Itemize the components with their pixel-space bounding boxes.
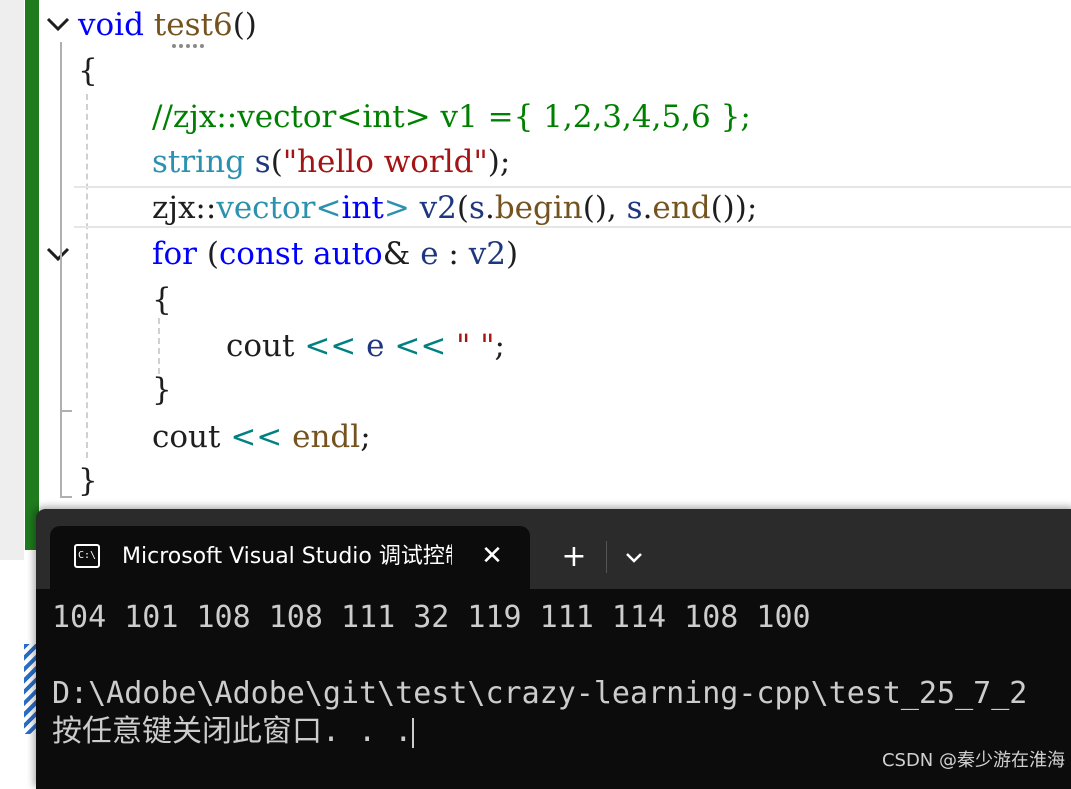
punctuation: ()); — [710, 190, 758, 226]
code-editor[interactable]: void test6() { //zjx::vector<int> v1 ={ … — [0, 0, 1071, 560]
variable: s — [254, 144, 271, 180]
punctuation: ; — [360, 419, 371, 455]
keyword: const — [218, 236, 304, 272]
terminal-output[interactable]: 104 101 108 108 111 32 119 111 114 108 1… — [52, 599, 1071, 751]
template-bracket: < — [315, 190, 342, 226]
identifier: cout — [152, 419, 221, 455]
code-line-9[interactable]: } — [152, 367, 172, 413]
code-line-4[interactable]: string s("hello world"); — [152, 139, 510, 185]
output-line: D:\Adobe\Adobe\git\test\crazy-learning-c… — [52, 676, 1028, 711]
code-line-2[interactable]: { — [78, 48, 98, 94]
punctuation: . — [642, 190, 653, 226]
variable: e — [420, 236, 439, 272]
terminal-tab[interactable]: C:\ Microsoft Visual Studio 调试控制台 ✕ — [50, 526, 530, 589]
punctuation: . — [484, 190, 495, 226]
new-tab-plus-icon[interactable]: + — [556, 539, 592, 575]
collapse-function-chevron-icon[interactable] — [44, 10, 72, 38]
prompt-text: 按任意键关闭此窗口. . . — [52, 714, 413, 749]
template-bracket: > — [383, 190, 410, 226]
open-brace: { — [78, 53, 98, 89]
string-literal: "hello world" — [282, 144, 488, 180]
for-fold-end — [60, 410, 72, 412]
terminal-title-bar[interactable]: C:\ Microsoft Visual Studio 调试控制台 ✕ + — [36, 509, 1071, 589]
code-line-5[interactable]: zjx::vector<int> v2(s.begin(), s.end()); — [152, 185, 757, 231]
punctuation: ) — [505, 236, 519, 272]
code-line-3[interactable]: //zjx::vector<int> v1 ={ 1,2,3,4,5,6 }; — [152, 94, 751, 140]
variable: s — [626, 190, 643, 226]
punctuation: ( — [270, 144, 283, 180]
punctuation: ); — [487, 144, 511, 180]
variable: v2 — [419, 190, 457, 226]
tab-dropdown-chevron-icon[interactable] — [620, 543, 648, 571]
punctuation: & — [382, 236, 411, 272]
tab-title: Microsoft Visual Studio 调试控制台 — [122, 544, 452, 569]
variable: e — [366, 328, 385, 364]
code-line-8[interactable]: cout << e << " "; — [226, 323, 505, 369]
punctuation: (), — [582, 190, 627, 226]
output-line-prompt: 按任意键关闭此窗口. . . — [52, 713, 1071, 751]
operator: << — [230, 419, 283, 455]
watermark: CSDN @秦少游在淮海 — [881, 750, 1065, 771]
for-fold-line — [60, 270, 62, 412]
close-brace: } — [152, 372, 172, 408]
console-icon: C:\ — [74, 544, 100, 568]
punctuation: ; — [494, 328, 505, 364]
indent-guide — [158, 318, 160, 374]
editor-margin — [0, 0, 24, 560]
operator: << — [304, 328, 357, 364]
punctuation: : — [448, 236, 459, 272]
comment: //zjx::vector<int> v1 ={ 1,2,3,4,5,6 }; — [152, 99, 751, 135]
code-line-7[interactable]: { — [152, 277, 172, 323]
code-line-11[interactable]: } — [78, 458, 98, 504]
close-brace: } — [78, 463, 98, 499]
titlebar-divider — [606, 541, 607, 573]
variable: s — [469, 190, 485, 226]
debug-console-window[interactable]: C:\ Microsoft Visual Studio 调试控制台 ✕ + 10… — [36, 509, 1071, 789]
type-name: vector — [216, 190, 316, 226]
string-literal: " " — [456, 328, 495, 364]
code-line-1[interactable]: void test6() — [78, 2, 257, 48]
function-name: end — [652, 190, 711, 226]
close-tab-icon[interactable]: ✕ — [476, 538, 508, 574]
function-name: begin — [494, 190, 583, 226]
change-tracking-bar — [25, 0, 39, 550]
outlining-margin — [39, 0, 73, 560]
type-name: string — [152, 144, 245, 180]
punctuation: () — [232, 7, 257, 43]
open-brace: { — [152, 282, 172, 318]
text-cursor — [412, 717, 415, 748]
indent-guide — [86, 94, 88, 458]
keyword: for — [152, 236, 197, 272]
code-line-6[interactable]: for (const auto& e : v2) — [152, 231, 518, 277]
collapse-for-chevron-icon[interactable] — [44, 240, 72, 268]
function-fold-end — [60, 496, 72, 498]
keyword: int — [341, 190, 384, 226]
keyword: void — [78, 7, 144, 43]
keyword: auto — [313, 236, 383, 272]
code-line-10[interactable]: cout << endl; — [152, 414, 371, 460]
operator: << — [394, 328, 447, 364]
suggestion-squiggle[interactable] — [172, 38, 204, 48]
identifier: cout — [226, 328, 295, 364]
namespace: zjx:: — [152, 190, 217, 226]
function-name: endl — [292, 419, 361, 455]
punctuation: ( — [206, 236, 219, 272]
variable: v2 — [468, 236, 506, 272]
punctuation: ( — [456, 190, 470, 226]
output-line: 104 101 108 108 111 32 119 111 114 108 1… — [52, 600, 811, 635]
